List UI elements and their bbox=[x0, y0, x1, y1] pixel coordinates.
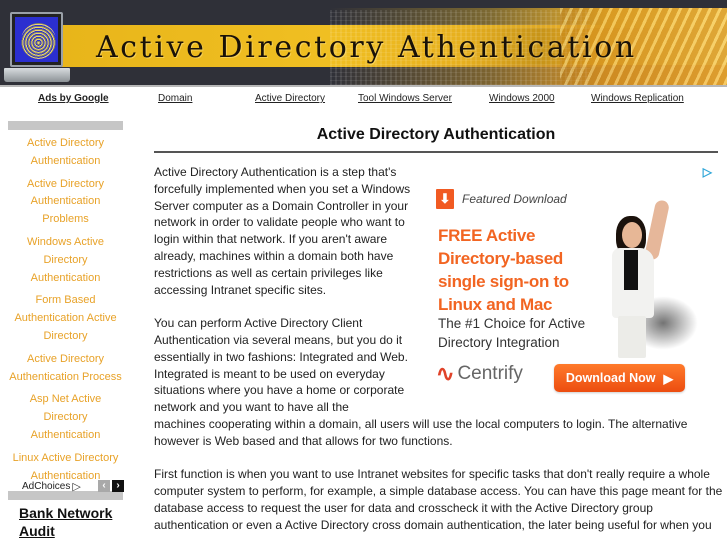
nav-link-domain[interactable]: Domain bbox=[158, 93, 192, 104]
sidebar-link[interactable]: Active Directory Authentication Problems bbox=[27, 178, 104, 226]
sidebar-link[interactable]: Linux Active Directory Authentication bbox=[13, 452, 119, 482]
sidebar-link-list: Active Directory Authentication Active D… bbox=[8, 130, 123, 491]
sidebar-link[interactable]: Asp Net Active Directory Authentication bbox=[30, 393, 102, 441]
paragraph: Active Directory Authentication is a ste… bbox=[154, 165, 411, 297]
nav-link-windows-replication[interactable]: Windows Replication bbox=[591, 93, 684, 104]
laptop-fingerprint-icon bbox=[2, 10, 70, 84]
nav-link-active-directory[interactable]: Active Directory bbox=[255, 93, 325, 104]
sidebar-item: Active Directory Authentication bbox=[8, 134, 123, 170]
nav-link-windows-2000[interactable]: Windows 2000 bbox=[489, 93, 555, 104]
fingerprint-icon bbox=[21, 23, 56, 59]
sidebar-item: Active Directory Authentication Process bbox=[8, 350, 123, 386]
sidebar-item: Form Based Authentication Active Directo… bbox=[8, 291, 123, 344]
sidebar-item: Windows Active Directory Authentication bbox=[8, 233, 123, 286]
nav-link-tool-windows-server[interactable]: Tool Windows Server bbox=[358, 93, 452, 104]
adchoices-label: AdChoices bbox=[22, 481, 71, 492]
paragraph: First function is when you want to use I… bbox=[154, 467, 723, 532]
adchoices-icon: ▷ bbox=[72, 481, 81, 493]
adchoices-link[interactable]: AdChoices ▷ bbox=[22, 480, 81, 493]
paragraph: You can perform Active Directory Client … bbox=[154, 316, 408, 415]
sidebar-top-bar bbox=[8, 121, 123, 130]
chevron-right-icon[interactable]: › bbox=[112, 480, 124, 492]
paragraph: machines cooperating within a domain, al… bbox=[154, 416, 688, 448]
chevron-left-icon[interactable]: ‹ bbox=[98, 480, 110, 492]
banner-divider bbox=[0, 85, 727, 87]
sidebar-link[interactable]: Windows Active Directory Authentication bbox=[27, 236, 104, 284]
sidebar-link[interactable]: Active Directory Authentication bbox=[27, 137, 104, 167]
sidebar: Active Directory Authentication Active D… bbox=[8, 121, 123, 501]
sidebar-ad-link[interactable]: Bank Network Audit bbox=[19, 504, 129, 540]
ad-pager: ‹ › bbox=[98, 480, 124, 492]
sidebar-item: Active Directory Authentication Problems bbox=[8, 175, 123, 228]
sidebar-item: Asp Net Active Directory Authentication bbox=[8, 390, 123, 443]
banner-title: Active Directory Athentication bbox=[96, 30, 637, 65]
header-banner: Active Directory Athentication bbox=[0, 0, 727, 87]
top-nav: Ads by Google Domain Active Directory To… bbox=[0, 93, 727, 107]
sidebar-link[interactable]: Form Based Authentication Active Directo… bbox=[14, 294, 116, 342]
title-divider bbox=[154, 151, 718, 153]
ads-by-google-link[interactable]: Ads by Google bbox=[38, 93, 109, 104]
article-body: Active Directory Authentication is a ste… bbox=[154, 164, 724, 545]
sidebar-link[interactable]: Active Directory Authentication Process bbox=[9, 353, 122, 383]
sidebar-item: Linux Active Directory Authentication bbox=[8, 449, 123, 485]
page-title: Active Directory Authentication bbox=[316, 126, 556, 143]
